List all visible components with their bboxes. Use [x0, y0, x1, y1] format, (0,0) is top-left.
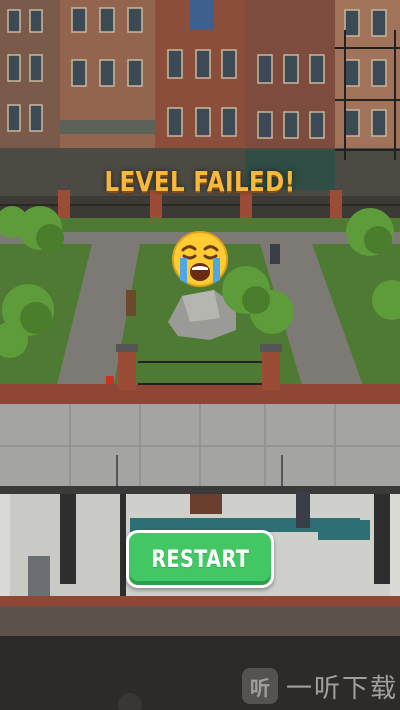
level-failed-title: LEVEL FAILED!	[104, 165, 296, 198]
platform	[0, 404, 400, 490]
watermark-text: 一听下载	[286, 673, 399, 704]
loudly-crying-face-icon	[171, 230, 229, 288]
site-watermark: 听 一听下载	[242, 666, 398, 706]
watermark-logo: 听	[242, 668, 278, 704]
game-scene	[0, 0, 400, 710]
watermark-logo-text: 听	[250, 675, 270, 700]
restart-button[interactable]: RESTART	[126, 530, 274, 588]
game-screen: LEVEL FAILED! RESTART 听 一听下载	[0, 0, 400, 710]
restart-button-label: RESTART	[150, 545, 249, 573]
